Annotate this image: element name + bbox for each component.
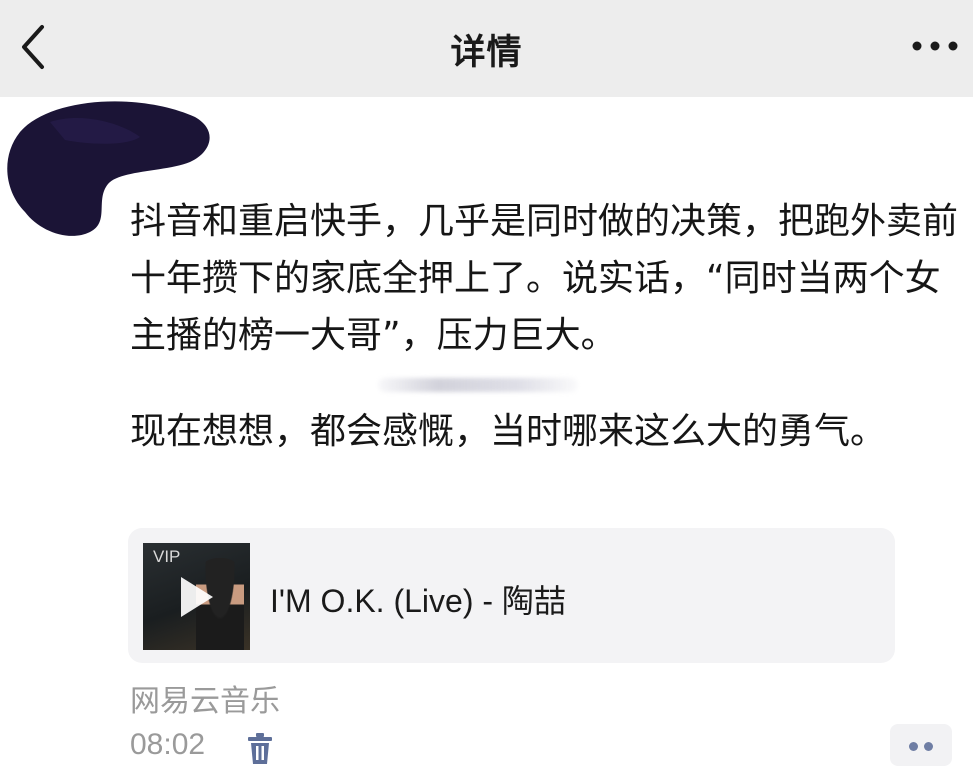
music-card[interactable]: VIP I'M O.K. (Live) - 陶喆 — [128, 528, 895, 663]
more-horizontal-icon — [912, 41, 958, 51]
comment-like-button[interactable] — [890, 724, 952, 766]
post-paragraph: 抖音和重启快手，几乎是同时做的决策，把跑外卖前十年攒下的家底全押上了。说实话，“… — [130, 201, 959, 356]
two-dots-icon — [909, 742, 918, 751]
post-time: 08:02 — [130, 728, 206, 761]
two-dots-icon — [924, 742, 933, 751]
trash-icon — [248, 733, 272, 764]
album-cover: VIP — [143, 543, 250, 650]
delete-button[interactable] — [247, 733, 273, 765]
navbar: 详情 — [0, 0, 973, 97]
page-title: 详情 — [450, 33, 523, 73]
play-icon[interactable] — [181, 577, 213, 617]
song-title: I'M O.K. (Live) - 陶喆 — [270, 583, 566, 619]
more-button[interactable] — [911, 33, 959, 59]
post-paragraph: 现在想想，都会感慨，当时哪来这么大的勇气。 — [130, 411, 887, 452]
post-content: 抖音和重启快手，几乎是同时做的决策，把跑外卖前十年攒下的家底全押上了。说实话，“… — [130, 193, 965, 460]
blurred-watermark — [378, 378, 578, 392]
vip-badge: VIP — [153, 547, 181, 566]
source-app-label[interactable]: 网易云音乐 — [130, 676, 280, 720]
